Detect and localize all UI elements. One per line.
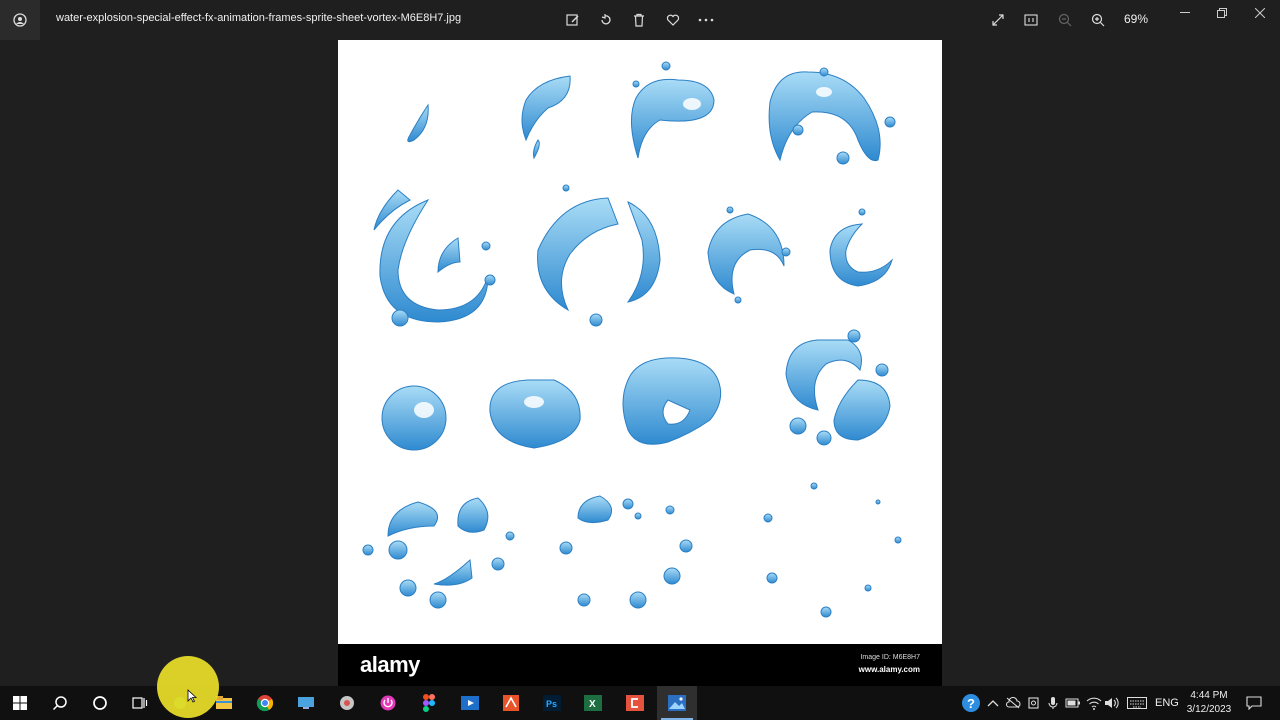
photos-icon[interactable] [657, 686, 697, 720]
more-icon[interactable] [695, 10, 717, 30]
photos-app-icon[interactable] [0, 0, 40, 40]
help-icon[interactable]: ? [961, 693, 981, 713]
cloud-off-icon[interactable] [1005, 695, 1021, 711]
zoom-out-icon[interactable] [1054, 10, 1076, 30]
close-icon[interactable] [1245, 4, 1275, 22]
battery-icon[interactable] [1065, 695, 1081, 711]
water-splash-sprite-sheet [362, 61, 902, 618]
camera-icon[interactable] [1026, 695, 1042, 711]
mouse-cursor-icon [187, 689, 198, 708]
app-icon[interactable] [491, 686, 531, 720]
wifi-icon[interactable] [1086, 695, 1102, 711]
image-site: www.alamy.com [858, 665, 920, 674]
edit-image-icon[interactable] [562, 10, 584, 30]
photoshop-icon[interactable]: Ps [532, 686, 572, 720]
app-icon[interactable] [450, 686, 490, 720]
cursor-highlight [157, 656, 219, 718]
rotate-icon[interactable] [595, 10, 617, 30]
chrome-icon[interactable] [245, 686, 285, 720]
search-icon[interactable] [40, 686, 80, 720]
svg-text:X: X [589, 699, 596, 710]
zoom-in-icon[interactable] [1087, 10, 1109, 30]
clock-time: 4:44 PM [1190, 690, 1228, 701]
clock-date: 3/12/2023 [1186, 704, 1232, 715]
image-watermark-bar: alamy Image ID: M6E8H7 www.alamy.com [338, 644, 942, 686]
delete-icon[interactable] [628, 10, 650, 30]
microphone-icon[interactable] [1045, 695, 1061, 711]
image-id: Image ID: M6E8H7 [860, 654, 920, 661]
fullscreen-icon[interactable] [987, 10, 1009, 30]
clock[interactable]: 4:44 PM 3/12/2023 [1184, 689, 1234, 717]
minimize-icon[interactable] [1170, 4, 1200, 22]
start-icon[interactable] [0, 686, 40, 720]
app-icon[interactable] [615, 686, 655, 720]
excel-icon[interactable]: X [573, 686, 613, 720]
cortana-icon[interactable] [80, 686, 120, 720]
app-icon[interactable] [327, 686, 367, 720]
app-icon[interactable] [368, 686, 408, 720]
svg-text:?: ? [967, 696, 975, 711]
brand-logo: alamy [360, 652, 420, 677]
image-canvas[interactable]: alamy Image ID: M6E8H7 www.alamy.com [338, 40, 942, 686]
chevron-up-icon[interactable] [985, 695, 1001, 711]
svg-text:Ps: Ps [546, 699, 557, 709]
keyboard-icon[interactable] [1127, 695, 1147, 711]
app-icon[interactable] [286, 686, 326, 720]
task-view-icon[interactable] [120, 686, 160, 720]
restore-icon[interactable] [1207, 4, 1237, 22]
volume-icon[interactable] [1104, 695, 1120, 711]
notifications-icon[interactable] [1246, 695, 1262, 711]
actual-size-icon[interactable] [1020, 10, 1042, 30]
zoom-level[interactable]: 69% [1124, 12, 1148, 26]
language-indicator[interactable]: ENG [1155, 697, 1179, 709]
figma-icon[interactable] [409, 686, 449, 720]
title-bar: water-explosion-special-effect-fx-animat… [0, 0, 1280, 40]
file-name: water-explosion-special-effect-fx-animat… [56, 12, 462, 24]
favorite-icon[interactable] [662, 10, 684, 30]
